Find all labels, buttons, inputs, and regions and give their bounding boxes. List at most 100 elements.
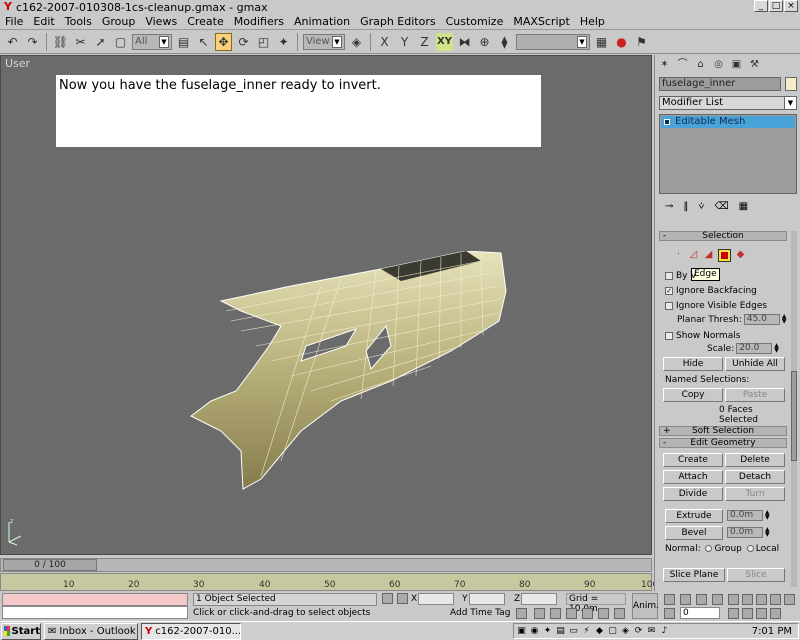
track-bar[interactable]: 10 20 30 40 50 60 70 80 90 100 [0, 573, 658, 591]
element-level-icon[interactable]: ◆ [735, 249, 746, 260]
selection-filter-dropdown[interactable]: All ▼ [132, 33, 172, 50]
delete-button[interactable]: Delete [725, 453, 785, 467]
snap-icon[interactable]: ⧫ [496, 33, 513, 51]
time-slider-thumb[interactable]: 0 / 100 [3, 559, 97, 571]
modifier-stack[interactable]: Editable Mesh [659, 114, 797, 194]
bluetooth-icon[interactable]: ✦ [542, 626, 553, 637]
key-mode-icon[interactable] [664, 608, 675, 619]
restrict-x-icon[interactable]: X [376, 33, 393, 51]
absolute-mode-icon[interactable] [397, 593, 408, 604]
group-radio[interactable] [705, 545, 713, 552]
hide-button[interactable]: Hide [663, 357, 723, 371]
spinner-icon[interactable]: ▲ ▼ [765, 510, 771, 521]
create-button[interactable]: Create [663, 453, 723, 467]
use-pivot-center-icon[interactable]: ◈ [348, 33, 365, 51]
remove-modifier-icon[interactable]: ⌫ [714, 201, 728, 215]
menu-edit[interactable]: Edit [28, 15, 59, 28]
bevel-button[interactable]: Bevel [665, 526, 723, 540]
previous-frame-icon[interactable] [680, 594, 691, 605]
local-radio[interactable] [746, 545, 754, 552]
extrude-button[interactable]: Extrude [665, 509, 723, 523]
go-to-end-icon[interactable] [728, 594, 739, 605]
go-to-start-icon[interactable] [664, 594, 675, 605]
menu-graph-editors[interactable]: Graph Editors [355, 15, 441, 28]
next-frame-icon[interactable] [712, 594, 723, 605]
pivot-icon[interactable]: ✦ [275, 33, 292, 51]
selection-rollout-header[interactable]: - Selection [659, 231, 787, 241]
viewport-label[interactable]: User [5, 57, 30, 70]
link-icon[interactable]: ⛓ [52, 33, 69, 51]
copy-button[interactable]: Copy [663, 388, 723, 402]
current-frame-field[interactable]: 0 [680, 607, 720, 619]
named-selection-sets-dropdown[interactable]: ▼ [516, 33, 590, 50]
scale-field[interactable]: 20.0 [736, 343, 773, 354]
menu-help[interactable]: Help [575, 15, 610, 28]
gmax-app-icon[interactable]: Y [2, 1, 14, 13]
select-icon[interactable]: ↖ [195, 33, 212, 51]
time-slider-track[interactable]: 0 / 100 [0, 558, 652, 572]
unhide-all-button[interactable]: Unhide All [725, 357, 785, 371]
detach-button[interactable]: Detach [725, 470, 785, 484]
align-icon[interactable]: ⊕ [476, 33, 493, 51]
minimize-button[interactable]: _ [754, 0, 768, 12]
object-color-swatch[interactable] [785, 77, 797, 91]
rotate-icon[interactable]: ⟳ [235, 33, 252, 51]
menu-group[interactable]: Group [97, 15, 141, 28]
command-panel-scrollbar[interactable] [791, 231, 797, 587]
edit-geometry-rollout-header[interactable]: - Edit Geometry [659, 438, 787, 448]
clock[interactable]: 7:01 PM [752, 626, 792, 637]
vertex-level-icon[interactable]: · [673, 249, 684, 260]
modifier-stack-item[interactable]: Editable Mesh [661, 116, 795, 128]
volume-icon[interactable]: ♪ [659, 626, 670, 637]
quick-render-icon[interactable]: ⚑ [633, 33, 650, 51]
make-unique-icon[interactable]: ⩒ [698, 201, 704, 215]
display-tab-icon[interactable]: ▣ [729, 57, 744, 72]
turn-button[interactable]: Turn [725, 487, 785, 501]
checkbox-box[interactable] [665, 332, 673, 340]
select-object-icon[interactable]: ➚ [92, 33, 109, 51]
show-end-result-icon[interactable]: ‖ [683, 201, 688, 215]
window-crossing-icon[interactable] [614, 608, 625, 619]
menu-maxscript[interactable]: MAXScript [508, 15, 574, 28]
display-icon[interactable]: ▤ [555, 626, 566, 637]
add-time-tag-button[interactable]: Add Time Tag [450, 608, 510, 618]
folder-icon[interactable]: ▭ [568, 626, 579, 637]
hierarchy-tab-icon[interactable]: ⌂ [693, 57, 708, 72]
restrict-y-icon[interactable]: Y [396, 33, 413, 51]
object-name-field[interactable]: fuselage_inner [659, 77, 781, 91]
play-icon[interactable] [696, 594, 707, 605]
menu-animation[interactable]: Animation [289, 15, 355, 28]
mail-icon[interactable]: ✉ [646, 626, 657, 637]
checkbox-box[interactable] [665, 272, 673, 280]
monitor-icon[interactable]: ▢ [607, 626, 618, 637]
spinner-icon[interactable]: ▲ ▼ [765, 527, 771, 538]
modify-tab-icon[interactable]: ⌒ [675, 57, 690, 72]
maximize-button[interactable]: □ [769, 0, 783, 12]
spinner-icon[interactable]: ▲ ▼ [782, 314, 788, 325]
select-by-name-icon[interactable]: ▤ [175, 33, 192, 51]
zoom-extents-icon[interactable] [770, 594, 781, 605]
pin-stack-icon[interactable]: ⊸ [665, 201, 673, 215]
taskbar-outlook[interactable]: ✉ Inbox - Outlook E... [44, 622, 138, 640]
maxscript-listener-output[interactable] [2, 593, 188, 606]
lock-selection-icon[interactable] [382, 593, 393, 604]
close-button[interactable]: × [784, 0, 798, 12]
menu-create[interactable]: Create [182, 15, 229, 28]
bevel-amount-field[interactable]: 0.0m [727, 527, 763, 538]
x-coord-field[interactable] [418, 593, 454, 605]
menu-tools[interactable]: Tools [60, 15, 97, 28]
field-of-view-icon[interactable] [728, 608, 739, 619]
degradation-override-icon[interactable] [534, 608, 545, 619]
ignore-backfacing-checkbox[interactable]: ✓ Ignore Backfacing [665, 286, 757, 296]
animate-button[interactable]: Anim. [632, 593, 659, 619]
ignore-visible-edges-checkbox[interactable]: Ignore Visible Edges [665, 301, 767, 311]
taskbar-gmax[interactable]: Y c162-2007-010... [141, 622, 241, 640]
render-icon[interactable]: ● [613, 33, 630, 51]
show-normals-checkbox[interactable]: Show Normals [665, 331, 740, 341]
menu-customize[interactable]: Customize [441, 15, 509, 28]
face-level-icon[interactable]: ◢ [703, 249, 714, 260]
percent-snap-icon[interactable] [582, 608, 593, 619]
network-icon[interactable]: ▣ [516, 626, 527, 637]
menu-views[interactable]: Views [140, 15, 182, 28]
y-coord-field[interactable] [469, 593, 505, 605]
